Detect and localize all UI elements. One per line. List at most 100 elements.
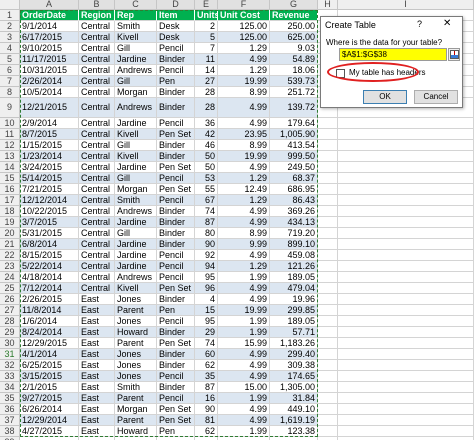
table-cell[interactable]: 12/29/2015 (20, 338, 79, 349)
table-header-cell[interactable]: Revenue (270, 10, 318, 21)
table-cell[interactable]: 8/15/2015 (20, 250, 79, 261)
table-cell[interactable]: 74 (195, 206, 218, 217)
cell[interactable] (338, 393, 474, 404)
cell[interactable] (338, 305, 474, 316)
cell[interactable] (318, 382, 338, 393)
table-cell[interactable]: 479.04 (270, 283, 318, 294)
table-cell[interactable]: 413.54 (270, 140, 318, 151)
table-cell[interactable]: 19.96 (270, 294, 318, 305)
table-cell[interactable]: 539.73 (270, 76, 318, 87)
table-cell[interactable]: 18.06 (270, 65, 318, 76)
table-cell[interactable]: Central (79, 228, 115, 239)
table-cell[interactable]: 23.95 (218, 129, 270, 140)
table-cell[interactable]: Central (79, 65, 115, 76)
table-cell[interactable]: Central (79, 54, 115, 65)
table-cell[interactable]: Jardine (115, 250, 157, 261)
table-cell[interactable]: East (79, 404, 115, 415)
row-header[interactable]: 12 (0, 140, 20, 151)
row-header[interactable]: 5 (0, 54, 20, 65)
table-cell[interactable]: Jones (115, 371, 157, 382)
table-header-cell[interactable]: Item (157, 10, 195, 21)
table-cell[interactable]: 3/7/2015 (20, 217, 79, 228)
table-cell[interactable]: 10/5/2014 (20, 87, 79, 98)
table-cell[interactable]: Jardine (115, 239, 157, 250)
cell[interactable] (338, 250, 474, 261)
table-cell[interactable]: 4.99 (218, 404, 270, 415)
table-cell[interactable]: Pencil (157, 316, 195, 327)
row-header[interactable]: 10 (0, 118, 20, 129)
column-header[interactable]: H (318, 0, 338, 10)
headers-checkbox[interactable] (336, 69, 345, 78)
table-cell[interactable]: 46 (195, 140, 218, 151)
table-cell[interactable]: 9.99 (218, 239, 270, 250)
range-input[interactable]: $A$1:$G$38 (339, 48, 447, 61)
table-cell[interactable]: Central (79, 206, 115, 217)
row-header[interactable]: 29 (0, 327, 20, 338)
column-header[interactable]: C (115, 0, 157, 10)
table-cell[interactable]: Howard (115, 327, 157, 338)
table-cell[interactable]: Parent (115, 338, 157, 349)
table-cell[interactable]: East (79, 426, 115, 437)
table-cell[interactable]: Pen (157, 76, 195, 87)
table-cell[interactable]: 719.20 (270, 228, 318, 239)
table-cell[interactable]: 125.00 (218, 32, 270, 43)
table-cell[interactable]: Central (79, 76, 115, 87)
table-cell[interactable]: Central (79, 184, 115, 195)
table-cell[interactable]: 4.99 (218, 118, 270, 129)
table-cell[interactable]: Kivell (115, 32, 157, 43)
table-cell[interactable]: 249.50 (270, 162, 318, 173)
table-cell[interactable]: Binder (157, 217, 195, 228)
table-cell[interactable]: 999.50 (270, 151, 318, 162)
table-cell[interactable]: East (79, 349, 115, 360)
table-cell[interactable]: 1/15/2015 (20, 140, 79, 151)
table-cell[interactable]: Kivell (115, 129, 157, 140)
cell[interactable] (318, 393, 338, 404)
table-cell[interactable]: Gill (115, 76, 157, 87)
cell[interactable] (338, 217, 474, 228)
table-cell[interactable]: Jones (115, 360, 157, 371)
table-cell[interactable]: 62 (195, 426, 218, 437)
table-cell[interactable]: 251.72 (270, 87, 318, 98)
table-header-cell[interactable]: Unit Cost (218, 10, 270, 21)
table-header-cell[interactable]: Rep (115, 10, 157, 21)
table-cell[interactable]: 139.72 (270, 98, 318, 118)
table-cell[interactable]: 309.38 (270, 360, 318, 371)
table-cell[interactable]: Central (79, 173, 115, 184)
table-cell[interactable]: Pencil (157, 43, 195, 54)
row-header[interactable]: 8 (0, 87, 20, 98)
table-cell[interactable]: 15.00 (218, 382, 270, 393)
cell[interactable] (338, 129, 474, 140)
table-cell[interactable]: Parent (115, 305, 157, 316)
cell[interactable] (318, 404, 338, 415)
table-cell[interactable]: Jones (115, 349, 157, 360)
table-cell[interactable]: 67 (195, 195, 218, 206)
table-cell[interactable]: 9/10/2015 (20, 43, 79, 54)
table-cell[interactable]: 899.10 (270, 239, 318, 250)
table-cell[interactable]: Smith (115, 382, 157, 393)
table-cell[interactable]: 1/6/2014 (20, 316, 79, 327)
row-header[interactable]: 1 (0, 10, 20, 21)
row-header[interactable]: 21 (0, 239, 20, 250)
table-cell[interactable]: 1.29 (218, 195, 270, 206)
row-header[interactable]: 25 (0, 283, 20, 294)
table-cell[interactable]: Morgan (115, 87, 157, 98)
table-cell[interactable]: 4.99 (218, 349, 270, 360)
cell[interactable] (338, 206, 474, 217)
cell[interactable] (338, 151, 474, 162)
column-header[interactable]: B (79, 0, 115, 10)
column-header[interactable]: F (218, 0, 270, 10)
cell[interactable] (318, 371, 338, 382)
table-cell[interactable]: 16 (195, 393, 218, 404)
table-cell[interactable]: 4.99 (218, 217, 270, 228)
table-cell[interactable]: 1,619.19 (270, 415, 318, 426)
table-cell[interactable]: 50 (195, 162, 218, 173)
cell[interactable] (338, 382, 474, 393)
table-cell[interactable]: 4/27/2015 (20, 426, 79, 437)
table-cell[interactable]: 68.37 (270, 173, 318, 184)
cell[interactable] (318, 173, 338, 184)
row-header[interactable]: 26 (0, 294, 20, 305)
table-cell[interactable]: 11/17/2015 (20, 54, 79, 65)
table-cell[interactable]: Gill (115, 43, 157, 54)
table-cell[interactable]: 95 (195, 272, 218, 283)
table-cell[interactable]: Binder (157, 239, 195, 250)
